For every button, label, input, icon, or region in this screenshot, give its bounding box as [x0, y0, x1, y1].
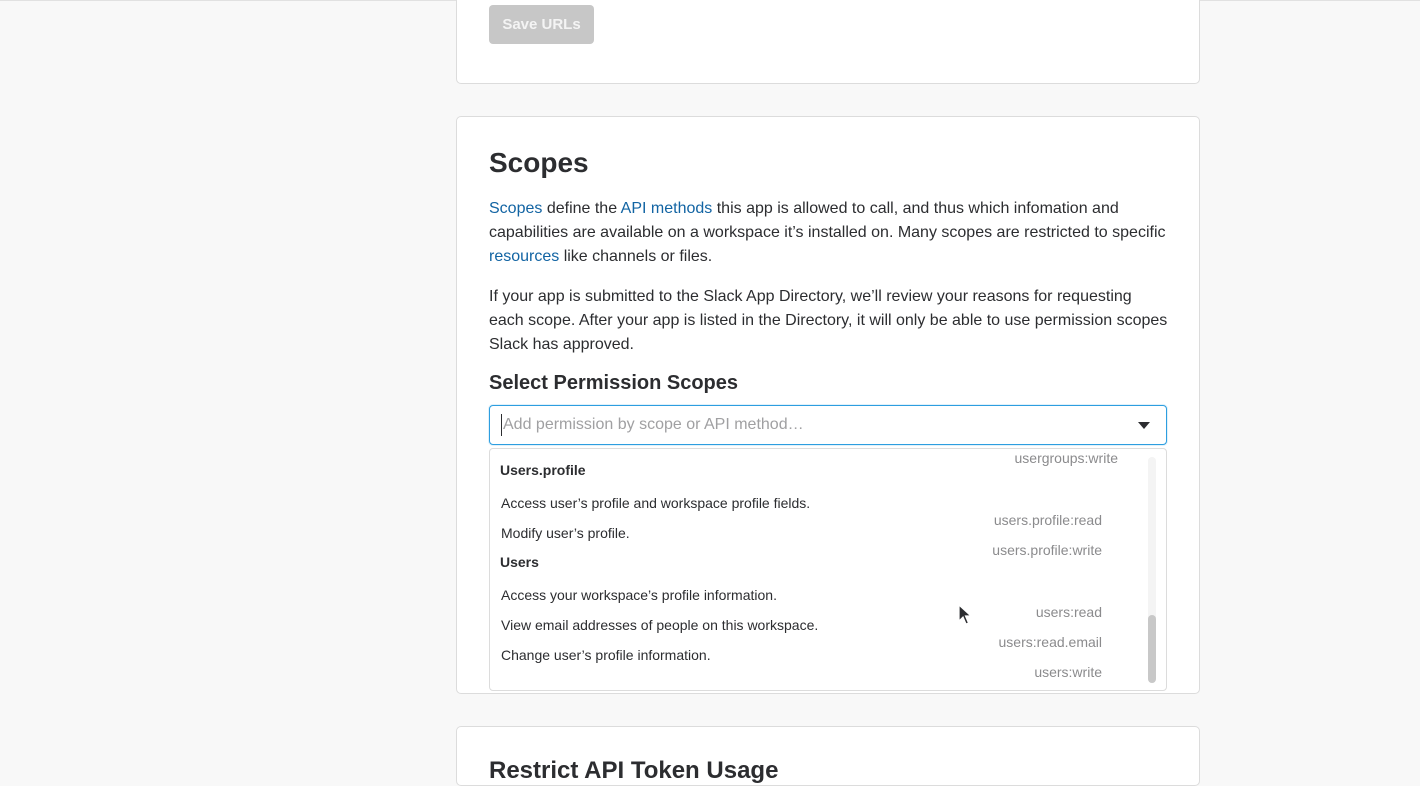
scope-option-description: Change user’s profile information.: [501, 647, 711, 663]
dropdown-group-users-profile: Users.profile: [500, 462, 586, 478]
scope-option-description: Modify user’s profile.: [501, 525, 630, 541]
scope-dropdown-list[interactable]: usergroups:write Users.profile Access us…: [489, 448, 1167, 691]
scope-search-input[interactable]: [501, 414, 1101, 436]
scopes-title: Scopes: [489, 147, 589, 178]
api-methods-link[interactable]: API methods: [621, 200, 713, 217]
scopes-link[interactable]: Scopes: [489, 200, 542, 217]
dropdown-group-users: Users: [500, 554, 539, 570]
scopes-description: Scopes define the API methods this app i…: [489, 197, 1169, 269]
scope-option-description: View email addresses of people on this w…: [501, 617, 819, 633]
dropdown-scrollbar-thumb[interactable]: [1148, 615, 1156, 683]
scope-option-users-read[interactable]: Access your workspace’s profile informat…: [490, 584, 1150, 620]
scope-option-value[interactable]: usergroups:write: [1015, 450, 1119, 466]
restrict-token-card: Restrict API Token Usage: [456, 726, 1200, 786]
save-urls-button[interactable]: Save URLs: [489, 5, 594, 44]
scope-option-description: Access your workspace’s profile informat…: [501, 587, 777, 603]
resources-link[interactable]: resources: [489, 248, 559, 265]
scope-option-users-profile-read[interactable]: Access user’s profile and workspace prof…: [490, 492, 1150, 528]
restrict-token-title: Restrict API Token Usage: [489, 757, 779, 784]
chevron-down-icon[interactable]: [1138, 422, 1150, 429]
scope-option-description: Access user’s profile and workspace prof…: [501, 495, 811, 511]
app-directory-note: If your app is submitted to the Slack Ap…: [489, 288, 1168, 353]
scope-option-users-write[interactable]: Change user’s profile information. users…: [490, 644, 1150, 680]
scope-option-users-profile-write[interactable]: Modify user’s profile. users.profile:wri…: [490, 522, 1150, 558]
scope-option-users-read-email[interactable]: View email addresses of people on this w…: [490, 614, 1150, 650]
mouse-cursor-icon: [958, 604, 973, 625]
select-scopes-heading: Select Permission Scopes: [489, 372, 739, 394]
redirect-urls-card: Save URLs: [456, 0, 1200, 84]
scopes-desc-text-1: define the: [542, 200, 621, 217]
scope-option-value: users:write: [1034, 664, 1102, 680]
scope-option-value: users.profile:write: [992, 542, 1102, 558]
scopes-desc-text-3: like channels or files.: [559, 248, 713, 265]
scope-select[interactable]: [489, 405, 1167, 445]
